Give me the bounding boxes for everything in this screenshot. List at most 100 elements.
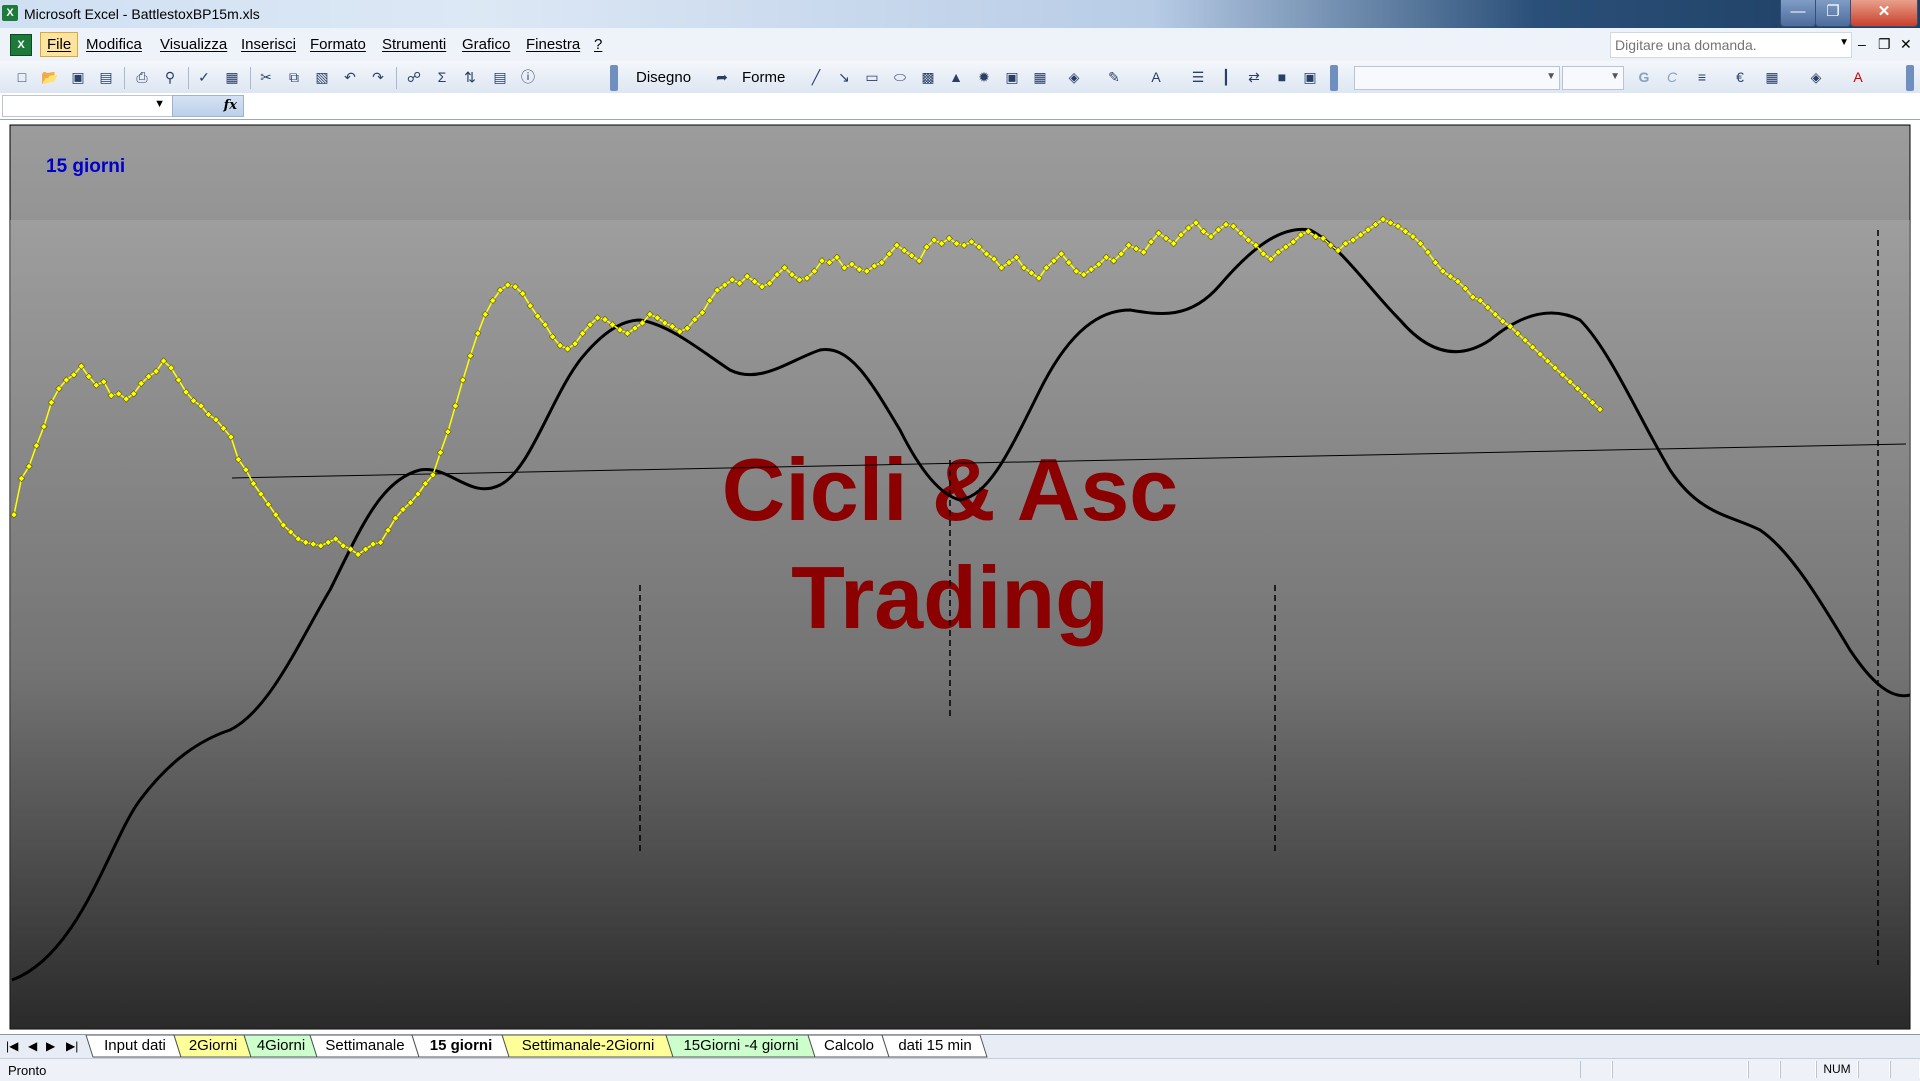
cut-icon[interactable]: ✂: [256, 67, 276, 87]
status-cell-3: [1748, 1061, 1780, 1078]
maximize-button[interactable]: ❐: [1815, 0, 1851, 27]
doc-minimize-button[interactable]: –: [1858, 36, 1866, 52]
chart-sheet[interactable]: 15 giorni Cicli & Asc Trading: [0, 120, 1920, 1034]
align-icon[interactable]: ≡: [1692, 67, 1712, 87]
font-color-icon[interactable]: A: [1146, 67, 1166, 87]
doc-close-button[interactable]: ✕: [1900, 36, 1912, 53]
tab-4giorni[interactable]: 4Giorni: [250, 1035, 312, 1057]
name-box[interactable]: ▼: [2, 95, 174, 117]
menu-modifica[interactable]: Modifica: [86, 36, 142, 53]
status-text: Pronto: [8, 1063, 47, 1078]
font-color-icon-2[interactable]: A: [1848, 67, 1868, 87]
font-name-select[interactable]: ▼: [1354, 66, 1560, 90]
excel-icon[interactable]: X: [2, 5, 18, 21]
toolbar-options-handle[interactable]: [610, 65, 618, 91]
print-icon[interactable]: ⎙: [132, 67, 152, 87]
euro-icon[interactable]: €: [1730, 67, 1750, 87]
chevron-down-icon[interactable]: ▼: [154, 98, 165, 110]
font-size-select[interactable]: ▼: [1562, 66, 1624, 90]
fx-icon: fx: [223, 98, 237, 113]
ellipse-icon[interactable]: ⬭: [890, 67, 910, 87]
diagram-icon[interactable]: ✹: [974, 67, 994, 87]
3d-icon[interactable]: ▣: [1300, 67, 1320, 87]
doc-restore-button[interactable]: ❐: [1878, 36, 1891, 53]
undo-icon[interactable]: ↶: [340, 67, 360, 87]
hyperlink-icon[interactable]: ☍: [404, 67, 424, 87]
status-cell-7: [1890, 1061, 1920, 1078]
status-num: NUM: [1816, 1061, 1858, 1078]
picture-icon[interactable]: ▦: [1030, 67, 1050, 87]
fill-color-icon[interactable]: ◈: [1064, 67, 1084, 87]
menu-formato[interactable]: Formato: [310, 36, 366, 53]
menu-strumenti[interactable]: Strumenti: [382, 36, 446, 53]
help-question-box[interactable]: ▼: [1610, 32, 1852, 58]
close-button[interactable]: ✕: [1850, 0, 1918, 27]
research-icon[interactable]: ▦: [222, 67, 242, 87]
sheet-tab-bar: |◀ ◀ ▶ ▶| Input dati 2Giorni 4Giorni Set…: [0, 1034, 1920, 1059]
chart-label: 15 giorni: [46, 156, 125, 177]
tab-dati-15-min[interactable]: dati 15 min: [888, 1035, 982, 1057]
borders-icon[interactable]: ▦: [1762, 67, 1782, 87]
workbook-icon[interactable]: X: [10, 34, 32, 56]
autosum-icon[interactable]: Σ: [432, 67, 452, 87]
textbox-icon[interactable]: ▩: [918, 67, 938, 87]
status-cell-2: [1612, 1061, 1748, 1078]
line-icon[interactable]: ╱: [806, 67, 826, 87]
tab-2giorni[interactable]: 2Giorni: [180, 1035, 246, 1057]
chart-canvas[interactable]: 15 giorni Cicli & Asc Trading: [0, 120, 1920, 1034]
minimize-button[interactable]: —: [1780, 0, 1816, 27]
help-icon[interactable]: ⓘ: [518, 67, 538, 87]
chart-wizard-icon[interactable]: ▤: [490, 67, 510, 87]
tab-settimanale[interactable]: Settimanale: [316, 1035, 414, 1057]
spelling-icon[interactable]: ✓: [194, 67, 214, 87]
open-icon[interactable]: 📂: [40, 67, 60, 87]
menu-grafico[interactable]: Grafico: [462, 36, 510, 53]
bold-icon[interactable]: G: [1634, 67, 1654, 87]
forme-menu[interactable]: Forme: [742, 69, 785, 86]
tab-calcolo[interactable]: Calcolo: [814, 1035, 884, 1057]
menu-finestra[interactable]: Finestra: [526, 36, 580, 53]
disegno-menu[interactable]: Disegno: [636, 69, 691, 86]
tab-15giorni-4giorni[interactable]: 15Giorni -4 giorni: [672, 1035, 810, 1057]
permission-icon[interactable]: ▤: [96, 67, 116, 87]
print-preview-icon[interactable]: ⚲: [160, 67, 180, 87]
shadow-icon[interactable]: ■: [1272, 67, 1292, 87]
function-wizard-button[interactable]: fx: [172, 95, 244, 117]
clipart-icon[interactable]: ▣: [1002, 67, 1022, 87]
tab-input-dati[interactable]: Input dati: [92, 1035, 178, 1057]
save-icon[interactable]: ▣: [68, 67, 88, 87]
select-pointer-icon[interactable]: ➦: [712, 67, 732, 87]
menu-help[interactable]: ?: [594, 36, 602, 53]
menu-bar: X File Modifica Visualizza Inserisci For…: [0, 28, 1920, 62]
paste-icon[interactable]: ▧: [312, 67, 332, 87]
arrow-icon[interactable]: ↘: [834, 67, 854, 87]
rectangle-icon[interactable]: ▭: [862, 67, 882, 87]
chevron-down-icon[interactable]: ▼: [1839, 37, 1849, 48]
line-color-icon[interactable]: ✎: [1104, 67, 1124, 87]
arrow-style-icon[interactable]: ⇄: [1244, 67, 1264, 87]
sort-icon[interactable]: ⇅: [460, 67, 480, 87]
dash-style-icon[interactable]: ┃: [1216, 67, 1236, 87]
menu-file[interactable]: File: [40, 32, 79, 57]
tab-15-giorni[interactable]: 15 giorni: [418, 1035, 504, 1057]
toolbar-options-handle-2[interactable]: [1330, 65, 1338, 91]
italic-icon[interactable]: C: [1662, 67, 1682, 87]
formula-bar: ▼ fx: [0, 93, 1920, 120]
line-style-icon[interactable]: ☰: [1188, 67, 1208, 87]
status-cell-6: [1858, 1061, 1890, 1078]
fill-color-icon-2[interactable]: ◈: [1806, 67, 1826, 87]
window-title: Microsoft Excel - BattlestoxBP15m.xls: [24, 6, 260, 22]
tab-settimanale-2giorni[interactable]: Settimanale-2Giorni: [508, 1035, 668, 1057]
wordart-icon[interactable]: ▲: [946, 67, 966, 87]
new-icon[interactable]: □: [12, 67, 32, 87]
status-bar: Pronto NUM: [0, 1058, 1920, 1081]
copy-icon[interactable]: ⧉: [284, 67, 304, 87]
menu-inserisci[interactable]: Inserisci: [241, 36, 296, 53]
redo-icon[interactable]: ↷: [368, 67, 388, 87]
help-question-input[interactable]: [1611, 33, 1827, 57]
status-cell-1: [1580, 1061, 1612, 1078]
menu-visualizza[interactable]: Visualizza: [160, 36, 227, 53]
title-bar: X Microsoft Excel - BattlestoxBP15m.xls …: [0, 0, 1920, 28]
status-cell-4: [1780, 1061, 1816, 1078]
toolbar-options-handle-3[interactable]: [1906, 65, 1914, 91]
